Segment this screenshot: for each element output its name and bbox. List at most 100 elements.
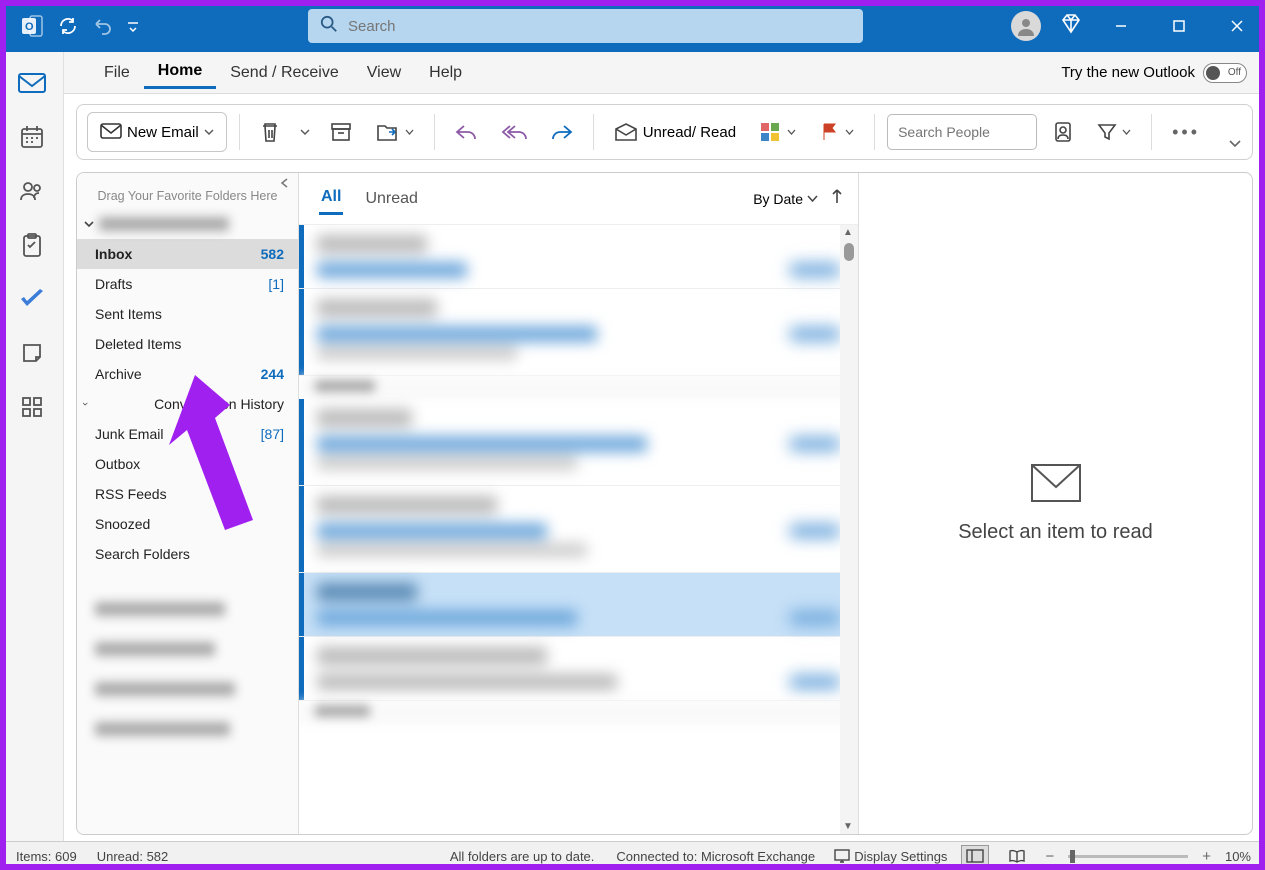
reading-pane-empty-text: Select an item to read xyxy=(958,521,1153,544)
folder-name: RSS Feeds xyxy=(95,486,167,502)
extra-account-row[interactable] xyxy=(77,709,298,749)
close-button[interactable] xyxy=(1217,6,1257,46)
zoom-level[interactable]: 10% xyxy=(1225,849,1251,864)
address-book-button[interactable] xyxy=(1045,112,1081,152)
nav-people-icon[interactable] xyxy=(12,174,52,208)
favorites-dropzone[interactable]: Drag Your Favorite Folders Here xyxy=(77,173,298,209)
folder-name: Outbox xyxy=(95,456,140,472)
delete-button[interactable] xyxy=(252,112,288,152)
tab-home[interactable]: Home xyxy=(144,56,216,89)
folder-inbox[interactable]: Inbox582 xyxy=(77,239,298,269)
folder-rss-feeds[interactable]: RSS Feeds xyxy=(77,479,298,509)
tab-file[interactable]: File xyxy=(90,58,144,88)
sort-direction-button[interactable] xyxy=(830,188,844,209)
folder-outbox[interactable]: Outbox xyxy=(77,449,298,479)
folder-search-folders[interactable]: Search Folders xyxy=(77,539,298,569)
folder-name: Deleted Items xyxy=(95,336,181,352)
tab-help[interactable]: Help xyxy=(415,58,476,88)
status-bar: Items: 609 Unread: 582 All folders are u… xyxy=(0,841,1265,870)
chevron-down-icon xyxy=(83,218,95,230)
status-items-count: Items: 609 xyxy=(16,849,77,864)
undo-icon[interactable] xyxy=(92,16,112,36)
search-input[interactable] xyxy=(348,18,851,35)
folder-name: Search Folders xyxy=(95,546,190,562)
search-box[interactable] xyxy=(308,9,863,43)
scroll-thumb[interactable] xyxy=(844,243,854,261)
status-sync: All folders are up to date. xyxy=(450,849,595,864)
minimize-button[interactable] xyxy=(1101,6,1141,46)
chevron-down-icon xyxy=(204,127,214,137)
content-area: Drag Your Favorite Folders Here Inbox582… xyxy=(76,172,1253,835)
tab-send-receive[interactable]: Send / Receive xyxy=(216,58,353,88)
nav-more-apps-icon[interactable] xyxy=(12,390,52,424)
nav-calendar-icon[interactable] xyxy=(12,120,52,154)
extra-account-row[interactable] xyxy=(77,629,298,669)
vertical-nav xyxy=(0,52,64,841)
extra-account-row[interactable] xyxy=(77,589,298,629)
sync-icon[interactable] xyxy=(58,16,78,36)
message-item[interactable] xyxy=(299,399,858,486)
reply-button[interactable] xyxy=(447,112,485,152)
ribbon-collapse-icon[interactable] xyxy=(1228,137,1242,155)
expand-icon[interactable]: › xyxy=(79,402,91,406)
sort-by-dropdown[interactable]: By Date xyxy=(753,191,818,207)
date-group-header[interactable] xyxy=(299,701,858,724)
view-normal-icon[interactable] xyxy=(961,845,989,867)
folder-junk-email[interactable]: Junk Email[87] xyxy=(77,419,298,449)
flag-button[interactable] xyxy=(812,112,862,152)
folder-snoozed[interactable]: Snoozed xyxy=(77,509,298,539)
nav-tasks-clipboard-icon[interactable] xyxy=(12,228,52,262)
folder-name: Conversation History xyxy=(154,396,284,412)
folder-archive[interactable]: Archive244 xyxy=(77,359,298,389)
unread-read-label: Unread/ Read xyxy=(643,124,736,141)
account-avatar[interactable] xyxy=(1011,11,1041,41)
display-settings-button[interactable]: Display Settings xyxy=(834,849,947,864)
premium-diamond-icon[interactable] xyxy=(1059,12,1083,41)
filter-button[interactable] xyxy=(1089,112,1139,152)
more-options-button[interactable]: ••• xyxy=(1164,112,1208,152)
new-email-button[interactable]: New Email xyxy=(87,112,227,152)
categorize-button[interactable] xyxy=(752,112,804,152)
reply-all-button[interactable] xyxy=(493,112,535,152)
folder-count: [87] xyxy=(261,426,284,442)
try-new-toggle[interactable]: Off xyxy=(1203,63,1247,83)
view-reading-icon[interactable] xyxy=(1003,845,1031,867)
folder-conversation-history[interactable]: › Conversation History xyxy=(77,389,298,419)
search-icon xyxy=(320,15,338,38)
archive-button[interactable] xyxy=(322,112,360,152)
status-connection: Connected to: Microsoft Exchange xyxy=(616,849,815,864)
unread-read-button[interactable]: Unread/ Read xyxy=(606,112,744,152)
scroll-up-icon[interactable]: ▲ xyxy=(843,227,853,238)
filter-all-tab[interactable]: All xyxy=(319,182,343,215)
message-item[interactable] xyxy=(299,637,858,701)
nav-notes-icon[interactable] xyxy=(12,336,52,370)
message-item[interactable] xyxy=(299,225,858,289)
tab-view[interactable]: View xyxy=(353,58,415,88)
zoom-in-button[interactable]: + xyxy=(1202,848,1211,865)
collapse-folder-pane-icon[interactable] xyxy=(280,176,290,191)
folder-drafts[interactable]: Drafts[1] xyxy=(77,269,298,299)
folder-name: Archive xyxy=(95,366,142,382)
scroll-down-icon[interactable]: ▼ xyxy=(843,821,853,832)
move-button[interactable] xyxy=(368,112,422,152)
qat-customize-icon[interactable] xyxy=(126,19,140,33)
folder-name: Drafts xyxy=(95,276,132,292)
nav-mail-icon[interactable] xyxy=(12,66,52,100)
extra-account-row[interactable] xyxy=(77,669,298,709)
message-item[interactable] xyxy=(299,486,858,573)
forward-button[interactable] xyxy=(543,112,581,152)
filter-unread-tab[interactable]: Unread xyxy=(363,184,419,214)
message-item[interactable] xyxy=(299,289,858,376)
delete-dropdown[interactable] xyxy=(296,112,314,152)
folder-sent-items[interactable]: Sent Items xyxy=(77,299,298,329)
message-item-selected[interactable] xyxy=(299,573,858,637)
folder-deleted-items[interactable]: Deleted Items xyxy=(77,329,298,359)
search-people-input[interactable] xyxy=(887,114,1037,150)
zoom-out-button[interactable]: − xyxy=(1045,848,1054,865)
nav-todo-icon[interactable] xyxy=(12,282,52,316)
maximize-button[interactable] xyxy=(1159,6,1199,46)
scrollbar[interactable]: ▲ ▼ xyxy=(840,225,858,834)
account-header[interactable] xyxy=(77,209,298,239)
zoom-slider[interactable] xyxy=(1068,855,1188,858)
date-group-header[interactable] xyxy=(299,376,858,399)
